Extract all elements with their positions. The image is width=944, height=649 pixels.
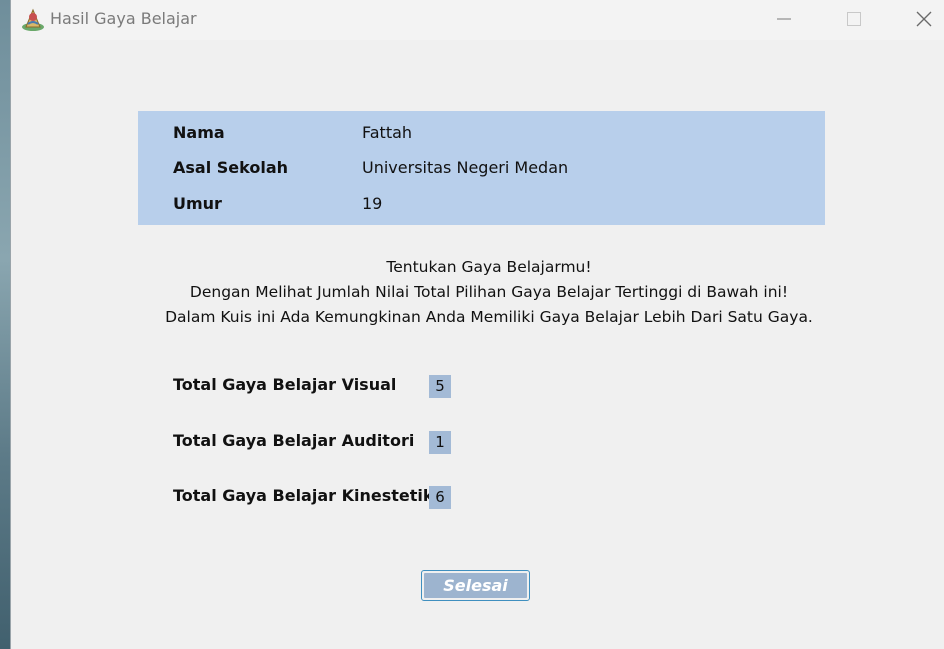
visual-score-label: Total Gaya Belajar Visual: [173, 375, 397, 394]
finish-button[interactable]: Selesai: [421, 570, 530, 601]
instruction-line-2: Dengan Melihat Jumlah Nilai Total Piliha…: [189, 283, 789, 301]
app-window: Hasil Gaya Belajar Nama Fattah Asal Seko…: [10, 0, 944, 649]
close-button[interactable]: [901, 0, 944, 38]
finish-button-label: Selesai: [424, 573, 527, 598]
auditory-score-label: Total Gaya Belajar Auditori: [173, 431, 415, 450]
school-label: Asal Sekolah: [173, 158, 289, 177]
visual-score-value: 5: [429, 375, 451, 398]
instruction-line-1: Tentukan Gaya Belajarmu!: [386, 258, 592, 276]
app-icon: [22, 8, 44, 31]
close-icon: [916, 11, 932, 27]
title-bar: Hasil Gaya Belajar: [11, 0, 944, 40]
maximize-icon: [847, 12, 861, 26]
name-value: Fattah: [362, 123, 413, 142]
desktop-background: [0, 0, 10, 649]
kinesthetic-score-value: 6: [429, 486, 451, 509]
maximize-button[interactable]: [831, 0, 877, 38]
window-title: Hasil Gaya Belajar: [50, 9, 197, 28]
instruction-line-3: Dalam Kuis ini Ada Kemungkinan Anda Memi…: [165, 308, 813, 326]
kinesthetic-score-label: Total Gaya Belajar Kinestetik: [173, 486, 434, 505]
minimize-icon: [777, 18, 791, 20]
auditory-score-value: 1: [429, 431, 451, 454]
age-label: Umur: [173, 194, 222, 213]
instructions-text: Tentukan Gaya Belajarmu! Dengan Melihat …: [138, 255, 840, 330]
school-value: Universitas Negeri Medan: [362, 158, 569, 177]
profile-panel: Nama Fattah Asal Sekolah Universitas Neg…: [138, 111, 825, 225]
age-value: 19: [362, 194, 383, 213]
minimize-button[interactable]: [761, 0, 807, 38]
name-label: Nama: [173, 123, 225, 142]
